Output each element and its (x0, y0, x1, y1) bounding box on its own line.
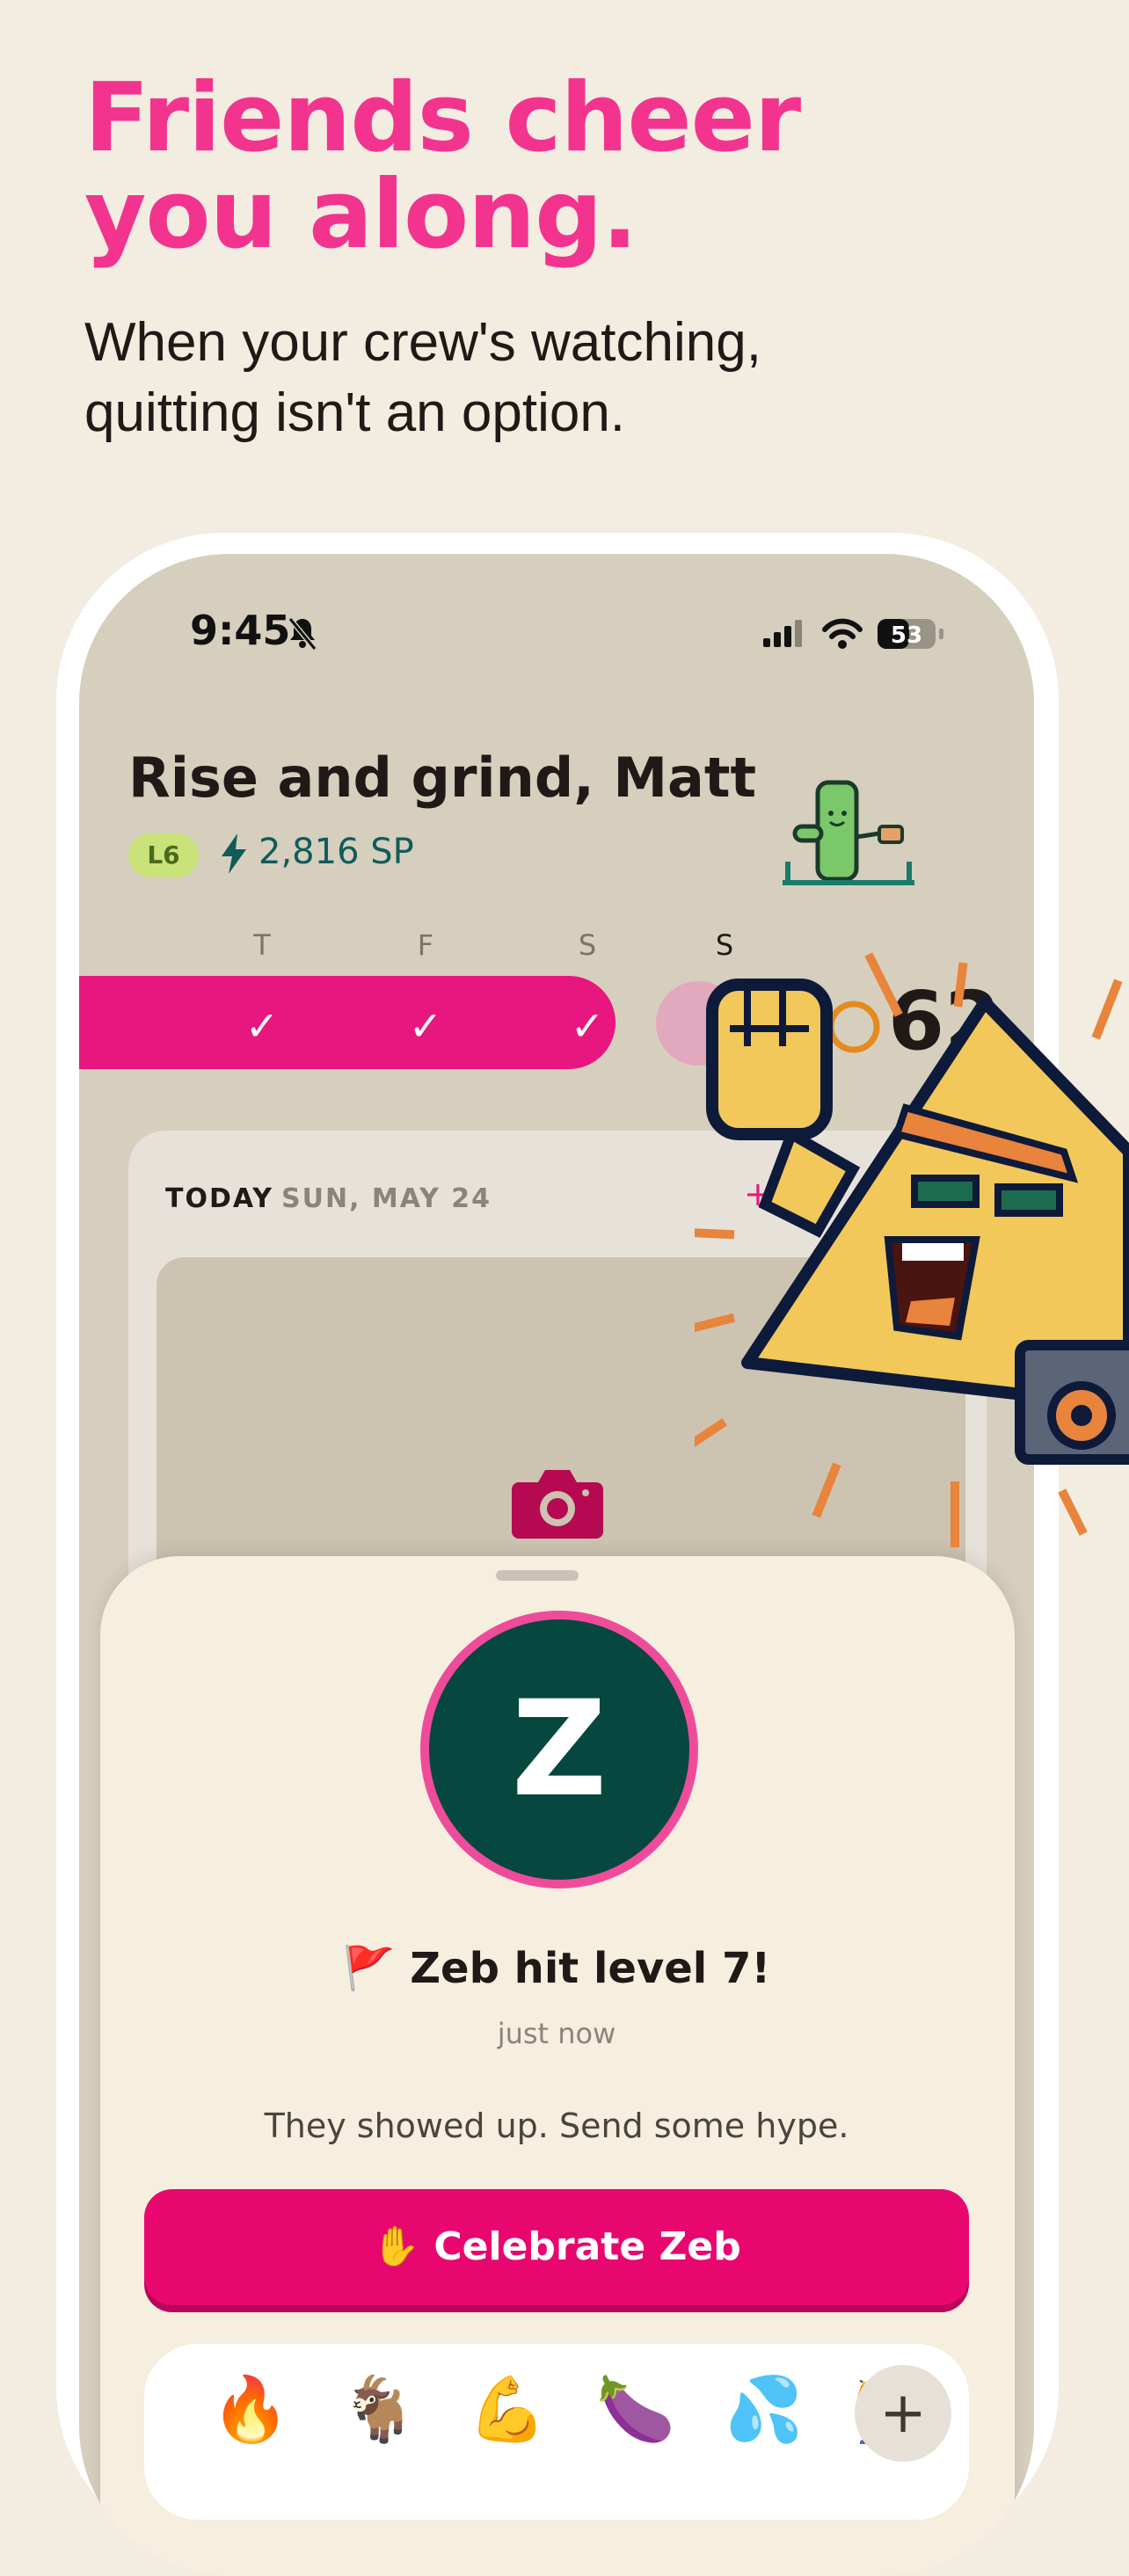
level-badge: L6 (128, 833, 199, 877)
points-value: 2,816 SP (259, 832, 414, 872)
add-reaction-button[interactable]: + (855, 2365, 951, 2462)
subheadline: When your crew's watching, quitting isn'… (84, 308, 1052, 448)
camera-icon[interactable] (512, 1465, 603, 1542)
check-icon: ✓ (408, 1002, 443, 1050)
battery-percent: 53 (891, 622, 922, 649)
event-timestamp: just now (497, 2017, 616, 2050)
today-label: TODAY (165, 1183, 273, 1214)
status-icons: 53 (763, 618, 943, 649)
eggplant-emoji-reaction[interactable]: 🍆 (596, 2372, 675, 2447)
phone-screen: 9:45 53 Rise and grind, Matt L6 2,816 SP (79, 554, 1034, 2576)
avatar: Z (420, 1611, 698, 1888)
status-time: 9:45 (190, 607, 291, 654)
check-icon: ✓ (244, 1002, 280, 1050)
bell-muted-icon (288, 617, 317, 651)
wifi-icon (822, 618, 863, 649)
cactus-mascot-icon (783, 780, 914, 885)
greeting: Rise and grind, Matt (128, 746, 757, 810)
day-label: T (253, 928, 271, 962)
goat-emoji-reaction[interactable]: 🐐 (339, 2372, 419, 2447)
date-label: SUN, MAY 24 (281, 1183, 492, 1214)
hand-icon: ✋ (372, 2224, 421, 2269)
headline-line-1: Friends cheer (84, 63, 801, 173)
event-message: They showed up. Send some hype. (264, 2107, 849, 2145)
fire-emoji-reaction[interactable]: 🔥 (211, 2372, 290, 2447)
bolt-icon (222, 833, 246, 874)
day-label: F (417, 928, 434, 962)
battery-icon: 53 (878, 619, 943, 649)
headline-line-2: you along. (84, 160, 637, 270)
muscle-emoji-reaction[interactable]: 💪 (468, 2372, 547, 2447)
sheet-drag-handle[interactable] (496, 1570, 579, 1581)
day-label: S (578, 928, 597, 962)
subheadline-line-2: quitting isn't an option. (84, 382, 626, 443)
headline: Friends cheer you along. (84, 70, 1052, 264)
nacho-mascot-icon (695, 952, 1129, 1547)
event-title: 🚩 Zeb hit level 7! (79, 1943, 1034, 1993)
droplets-emoji-reaction[interactable]: 💦 (725, 2372, 804, 2447)
flag-icon: 🚩 (342, 1944, 396, 1993)
check-icon: ✓ (570, 1002, 605, 1050)
event-title-text: Zeb hit level 7! (410, 1944, 771, 1993)
celebrate-button-label: Celebrate Zeb (433, 2224, 741, 2269)
streak-bar (79, 976, 615, 1069)
signal-icon (763, 620, 802, 647)
subheadline-line-1: When your crew's watching, (84, 312, 761, 373)
celebrate-button[interactable]: ✋ Celebrate Zeb (144, 2189, 969, 2305)
